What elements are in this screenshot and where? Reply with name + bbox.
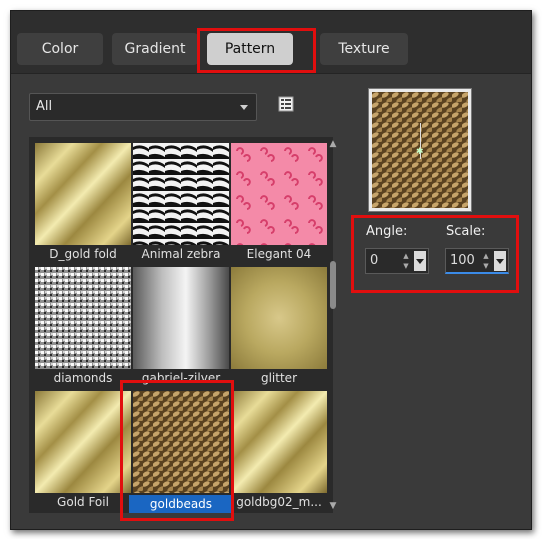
pattern-name: gabriel-zilver: [141, 371, 221, 385]
dropdown-arrow-icon[interactable]: [414, 251, 426, 271]
tab-color[interactable]: Color: [17, 33, 103, 65]
pattern-name: D_gold fold: [49, 247, 117, 261]
pattern-item-gabriel-zilver[interactable]: gabriel-zilver: [133, 267, 229, 391]
pattern-swatch: [35, 267, 131, 369]
tab-texture[interactable]: Texture: [320, 33, 408, 65]
list-view-icon[interactable]: [278, 96, 294, 112]
pattern-swatch: [231, 391, 327, 493]
angle-value: 0: [370, 253, 379, 268]
scale-label: Scale:: [446, 224, 486, 239]
pattern-swatch: [133, 391, 229, 493]
pattern-swatch: [35, 143, 131, 245]
pattern-item-diamonds[interactable]: diamonds: [35, 267, 131, 391]
pattern-name: goldbeads: [129, 495, 233, 513]
pattern-grid-scrollbar[interactable]: ▲ ▼: [327, 137, 339, 513]
scroll-thumb[interactable]: [330, 261, 336, 309]
pattern-item-d-gold-fold[interactable]: D_gold fold: [35, 143, 131, 267]
tab-bar: Color Gradient Pattern Texture: [11, 11, 531, 74]
pattern-picker-dialog: Color Gradient Pattern Texture All D_gol…: [10, 10, 532, 530]
pattern-item-gold-foil[interactable]: Gold Foil: [35, 391, 131, 513]
angle-handle-icon[interactable]: ✱: [416, 147, 424, 157]
scale-spinbox[interactable]: 100 ▲ ▼: [445, 248, 509, 274]
spin-down-icon[interactable]: ▲ ▼: [480, 251, 492, 271]
pattern-name: glitter: [260, 371, 297, 385]
pattern-grid: D_gold fold Animal zebra Elegant 04 diam…: [29, 137, 333, 513]
tab-gradient[interactable]: Gradient: [112, 33, 198, 65]
tab-pattern[interactable]: Pattern: [207, 33, 293, 65]
pattern-item-goldbg02[interactable]: goldbg02_m...: [231, 391, 327, 513]
spin-up-icon[interactable]: ▲ ▼: [400, 251, 412, 271]
pattern-item-glitter[interactable]: glitter: [231, 267, 327, 391]
pattern-name: diamonds: [53, 371, 113, 385]
pattern-swatch: [35, 391, 131, 493]
pattern-item-animal-zebra[interactable]: Animal zebra: [133, 143, 229, 267]
angle-label: Angle:: [366, 224, 408, 239]
pattern-swatch: [231, 267, 327, 369]
category-select[interactable]: All: [29, 93, 257, 121]
scale-value: 100: [450, 253, 475, 268]
pattern-swatch: [133, 143, 229, 245]
pattern-name: Gold Foil: [57, 495, 109, 509]
pattern-name: Animal zebra: [141, 247, 221, 261]
dropdown-arrow-icon[interactable]: [494, 251, 506, 271]
pattern-name: goldbg02_m...: [236, 495, 322, 509]
pattern-name: Elegant 04: [246, 247, 312, 261]
pattern-item-goldbeads[interactable]: goldbeads: [129, 391, 233, 513]
scroll-up-icon[interactable]: ▲: [328, 139, 338, 149]
pattern-swatch: [133, 267, 229, 369]
pattern-item-elegant-04[interactable]: Elegant 04: [231, 143, 327, 267]
dropdown-arrow-icon: [240, 105, 248, 110]
pattern-swatch: [231, 143, 327, 245]
scroll-down-icon[interactable]: ▼: [328, 501, 338, 511]
category-select-value: All: [36, 99, 53, 114]
angle-spinbox[interactable]: 0 ▲ ▼: [365, 248, 429, 274]
